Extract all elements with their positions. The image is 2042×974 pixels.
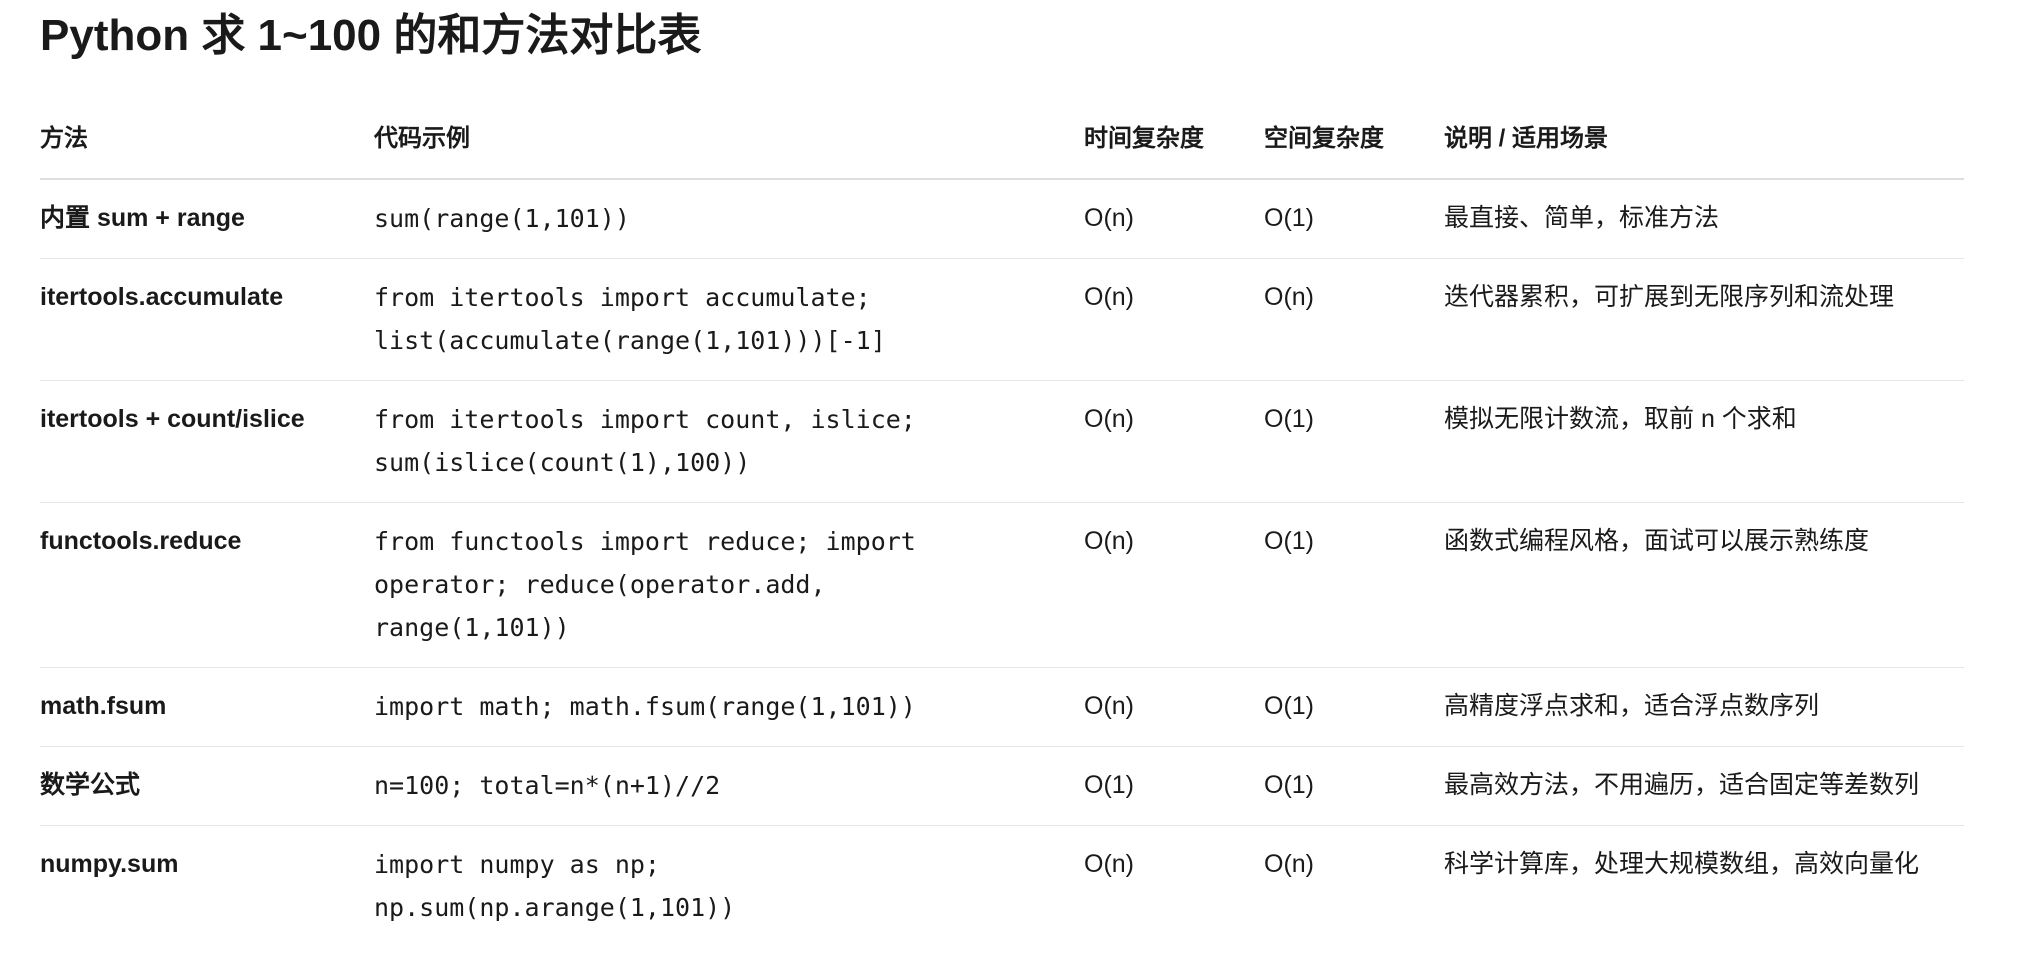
space-complexity-cell: O(1)	[1264, 746, 1444, 826]
header-code-example: 代码示例	[374, 100, 1084, 180]
time-complexity-cell: O(1)	[1084, 746, 1264, 826]
time-complexity-cell: O(n)	[1084, 850, 1134, 878]
time-complexity-cell: O(n)	[1084, 258, 1264, 381]
time-complexity-cell: O(n)	[1084, 502, 1264, 668]
table-header-row: 方法 代码示例 时间复杂度 空间复杂度 说明 / 适用场景	[40, 100, 1964, 180]
description-cell: 最直接、简单，标准方法	[1444, 179, 1964, 259]
time-complexity-cell: O(n)	[1084, 179, 1264, 259]
method-cell: numpy.sum	[40, 850, 179, 878]
description-cell: 高精度浮点求和，适合浮点数序列	[1444, 667, 1964, 747]
description-cell: 科学计算库，处理大规模数组，高效向量化	[1444, 850, 1920, 878]
table-row: itertools + count/islice from itertools …	[40, 380, 1964, 503]
space-complexity-cell: O(1)	[1264, 380, 1444, 503]
table-row: functools.reduce from functools import r…	[40, 502, 1964, 668]
table-row: numpy.sum import numpy as np; np.sum(np.…	[40, 826, 1964, 948]
table-row: itertools.accumulate from itertools impo…	[40, 258, 1964, 381]
description-cell: 迭代器累积，可扩展到无限序列和流处理	[1444, 258, 1964, 381]
space-complexity-cell: O(1)	[1264, 502, 1444, 668]
header-time-complexity: 时间复杂度	[1084, 100, 1264, 180]
space-complexity-cell: O(1)	[1264, 667, 1444, 747]
page-title: Python 求 1~100 的和方法对比表	[40, 11, 702, 60]
code-cell: sum(range(1,101))	[374, 179, 1084, 259]
code-cell: from itertools import count, islice; sum…	[374, 380, 1084, 503]
description-cell: 函数式编程风格，面试可以展示熟练度	[1444, 502, 1964, 668]
code-cell: from functools import reduce; import ope…	[374, 502, 1084, 668]
header-description: 说明 / 适用场景	[1444, 100, 1964, 180]
code-cell: n=100; total=n*(n+1)//2	[374, 746, 1084, 826]
space-complexity-cell: O(n)	[1264, 850, 1314, 878]
space-complexity-cell: O(1)	[1264, 179, 1444, 259]
page: Python 求 1~100 的和方法对比表 方法 代码示例 时间复杂度 空间复…	[0, 0, 2042, 974]
method-cell: functools.reduce	[40, 502, 374, 668]
description-cell: 模拟无限计数流，取前 n 个求和	[1444, 380, 1964, 503]
method-cell: 内置 sum + range	[40, 179, 374, 259]
code-cell: import math; math.fsum(range(1,101))	[374, 667, 1084, 747]
header-space-complexity: 空间复杂度	[1264, 100, 1444, 180]
header-method: 方法	[40, 100, 374, 180]
table-row: math.fsum import math; math.fsum(range(1…	[40, 667, 1964, 747]
method-cell: itertools + count/islice	[40, 380, 374, 503]
table-row: 内置 sum + range sum(range(1,101)) O(n) O(…	[40, 179, 1964, 259]
space-complexity-cell: O(n)	[1264, 258, 1444, 381]
time-complexity-cell: O(n)	[1084, 667, 1264, 747]
method-cell: itertools.accumulate	[40, 258, 374, 381]
code-cell: from itertools import accumulate; list(a…	[374, 258, 1084, 381]
comparison-table: 方法 代码示例 时间复杂度 空间复杂度 说明 / 适用场景 内置 sum + r…	[40, 100, 1964, 947]
time-complexity-cell: O(n)	[1084, 380, 1264, 503]
code-cell: import numpy as np; np.sum(np.arange(1,1…	[374, 850, 736, 922]
method-cell: math.fsum	[40, 667, 374, 747]
table-row: 数学公式 n=100; total=n*(n+1)//2 O(1) O(1) 最…	[40, 746, 1964, 826]
description-cell: 最高效方法，不用遍历，适合固定等差数列	[1444, 746, 1964, 826]
method-cell: 数学公式	[40, 746, 374, 826]
